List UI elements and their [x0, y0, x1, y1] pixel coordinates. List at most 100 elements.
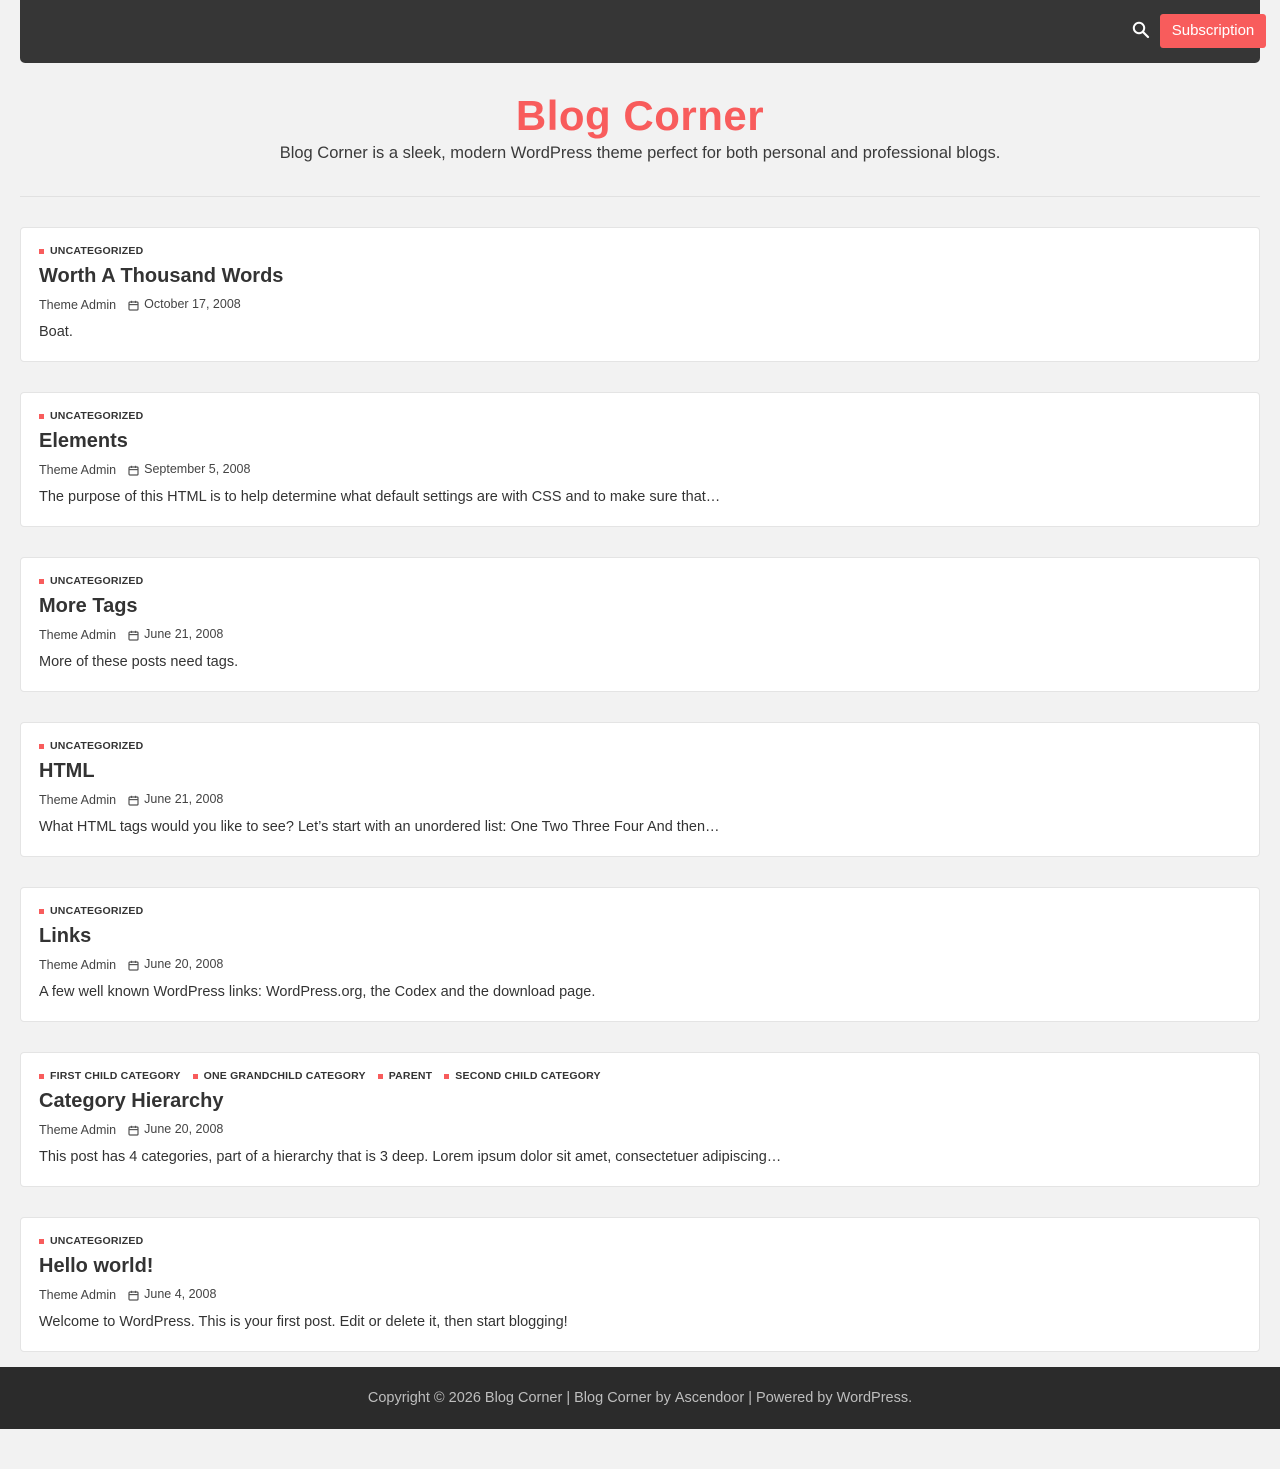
category-bullet-icon — [444, 1073, 450, 1079]
post-excerpt: Welcome to WordPress. This is your first… — [39, 1314, 568, 1330]
category-bullet-icon — [39, 248, 44, 254]
post-author[interactable]: Theme Admin — [39, 298, 116, 312]
post-card: Uncategorized Links Theme Admin June 20, 20… — [20, 887, 1260, 1022]
footer-author-link[interactable]: Ascendoor — [675, 1390, 744, 1406]
site-footer: Copyright © 2026 Blog Corner | Blog Corn… — [0, 1367, 1280, 1429]
post-meta: Theme Admin June 4, 2008 — [39, 1287, 216, 1303]
post-card: Uncategorized HTML Theme Admin June 21, 200… — [20, 722, 1260, 857]
post-excerpt: A few well known WordPress links: WordPr… — [39, 984, 596, 1000]
post-excerpt: Boat. — [39, 324, 73, 340]
post-date[interactable]: June 21, 2008 — [144, 792, 223, 806]
post-title[interactable]: Elements — [39, 428, 128, 454]
post-excerpt: What HTML tags would you like to see? Le… — [39, 819, 720, 835]
post-excerpt: The purpose of this HTML is to help dete… — [39, 489, 721, 505]
post-card: Uncategorized Hello world! Theme Admin June… — [20, 1217, 1260, 1352]
calendar-icon — [128, 465, 139, 476]
category-bullet-icon — [39, 578, 44, 584]
category-link[interactable]: Uncategorized — [39, 1235, 143, 1247]
post-card: Uncategorized More Tags Theme Admin June 21… — [20, 557, 1260, 692]
category-bullet-icon — [39, 1073, 44, 1079]
category-bullet-icon — [192, 1073, 198, 1079]
category-label: Uncategorized — [50, 575, 144, 587]
calendar-icon — [128, 795, 139, 806]
category-bullet-icon — [377, 1073, 383, 1079]
post-meta: Theme Admin June 21, 2008 — [39, 627, 223, 643]
calendar-icon — [128, 960, 139, 971]
footer-theme-link[interactable]: Blog Corner — [574, 1390, 651, 1406]
post-author[interactable]: Theme Admin — [39, 958, 116, 972]
post-card: Uncategorized Elements Theme Admin Septembe… — [20, 392, 1260, 527]
post-categories: First Child Category One Grandchild Categ… — [39, 1070, 613, 1082]
post-categories: Uncategorized — [39, 905, 155, 917]
post-meta: Theme Admin October 17, 2008 — [39, 297, 241, 313]
post-excerpt: More of these posts need tags. — [39, 654, 239, 670]
calendar-icon — [128, 1125, 139, 1136]
post-categories: Uncategorized — [39, 410, 155, 422]
post-author[interactable]: Theme Admin — [39, 793, 116, 807]
footer-by-text: by — [651, 1390, 675, 1406]
post-card: Uncategorized Worth A Thousand Words Theme… — [20, 227, 1260, 362]
post-title[interactable]: Hello world! — [39, 1253, 153, 1279]
subscription-button[interactable]: Subscription — [1160, 14, 1266, 48]
post-author[interactable]: Theme Admin — [39, 628, 116, 642]
category-label: Uncategorized — [50, 905, 144, 917]
footer-period: . — [908, 1390, 913, 1406]
category-link[interactable]: One Grandchild Category — [192, 1070, 366, 1082]
post-meta: Theme Admin June 20, 2008 — [39, 957, 223, 973]
post-categories: Uncategorized — [39, 575, 155, 587]
post-categories: Uncategorized — [39, 740, 155, 752]
category-link[interactable]: Second Child Category — [444, 1070, 600, 1082]
site-title[interactable]: Blog Corner — [0, 90, 1280, 142]
search-icon[interactable] — [1132, 21, 1150, 39]
category-bullet-icon — [39, 908, 44, 914]
post-meta: Theme Admin September 5, 2008 — [39, 462, 250, 478]
category-label: Uncategorized — [50, 740, 144, 752]
post-meta: Theme Admin June 20, 2008 — [39, 1122, 223, 1138]
category-link[interactable]: Uncategorized — [39, 245, 143, 257]
footer-separator: | — [744, 1390, 757, 1406]
post-date[interactable]: June 20, 2008 — [144, 957, 223, 971]
category-link[interactable]: First Child Category — [39, 1070, 181, 1082]
category-link[interactable]: Parent — [377, 1070, 433, 1082]
category-label: First Child Category — [50, 1070, 181, 1082]
post-date[interactable]: September 5, 2008 — [144, 462, 250, 476]
post-date[interactable]: June 21, 2008 — [144, 627, 223, 641]
post-excerpt: This post has 4 categories, part of a hi… — [39, 1149, 782, 1165]
category-bullet-icon — [39, 413, 44, 419]
site-description: Blog Corner is a sleek, modern WordPress… — [279, 144, 1001, 162]
post-title[interactable]: Category Hierarchy — [39, 1088, 224, 1114]
post-author[interactable]: Theme Admin — [39, 463, 116, 477]
category-label: Uncategorized — [50, 1235, 144, 1247]
top-navigation-bar: Subscription — [20, 0, 1266, 63]
category-label: Uncategorized — [50, 245, 144, 257]
category-link[interactable]: Uncategorized — [39, 575, 143, 587]
calendar-icon — [128, 1290, 139, 1301]
category-link[interactable]: Uncategorized — [39, 410, 143, 422]
post-categories: Uncategorized — [39, 1235, 155, 1247]
header-divider — [20, 196, 1260, 197]
category-label: Parent — [388, 1070, 433, 1082]
category-label: Second Child Category — [455, 1070, 601, 1082]
footer-wordpress-link[interactable]: WordPress — [837, 1390, 908, 1406]
post-date[interactable]: June 20, 2008 — [144, 1122, 223, 1136]
category-link[interactable]: Uncategorized — [39, 740, 143, 752]
post-author[interactable]: Theme Admin — [39, 1123, 116, 1137]
post-title[interactable]: Links — [39, 923, 91, 949]
post-date[interactable]: June 4, 2008 — [144, 1287, 216, 1301]
category-label: Uncategorized — [50, 410, 144, 422]
calendar-icon — [128, 630, 139, 641]
category-label: One Grandchild Category — [203, 1070, 366, 1082]
footer-powered-text: Powered by — [756, 1390, 837, 1406]
category-bullet-icon — [39, 743, 44, 749]
post-card: First Child Category One Grandchild Categ… — [20, 1052, 1260, 1187]
post-categories: Uncategorized — [39, 245, 155, 257]
category-bullet-icon — [39, 1238, 44, 1244]
post-author[interactable]: Theme Admin — [39, 1288, 116, 1302]
post-date[interactable]: October 17, 2008 — [144, 297, 241, 311]
post-title[interactable]: HTML — [39, 758, 95, 784]
calendar-icon — [128, 300, 139, 311]
footer-copyright: Copyright © 2026 Blog Corner — [367, 1390, 563, 1406]
post-title[interactable]: Worth A Thousand Words — [39, 263, 283, 289]
post-title[interactable]: More Tags — [39, 593, 138, 619]
category-link[interactable]: Uncategorized — [39, 905, 143, 917]
